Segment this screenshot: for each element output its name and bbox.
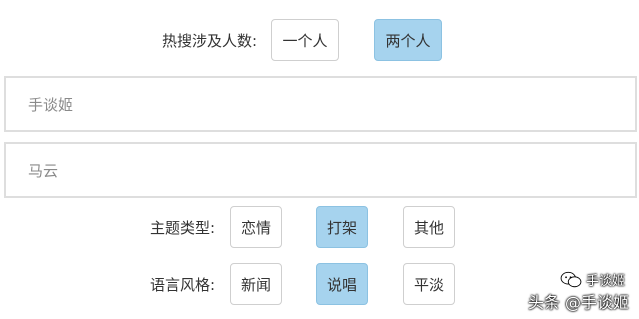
name-input-2[interactable]: 马云 (4, 142, 637, 198)
theme-fight-button[interactable]: 打架 (316, 206, 369, 248)
hot-search-label: 热搜涉及人数: (162, 31, 258, 50)
option-one-person-button[interactable]: 一个人 (271, 19, 340, 61)
style-rap-button[interactable]: 说唱 (316, 263, 369, 305)
theme-type-label: 主题类型: (150, 218, 216, 237)
option-two-people-button[interactable]: 两个人 (374, 19, 443, 61)
watermark-top-text: 手谈姬 (585, 274, 625, 289)
watermark-bottom-text: 头条 @手谈姬 (527, 293, 629, 312)
language-style-label: 语言风格: (150, 275, 216, 294)
theme-romance-button[interactable]: 恋情 (230, 206, 283, 248)
name-input-1-value: 手谈姬 (28, 95, 74, 114)
name-input-2-value: 马云 (28, 161, 59, 180)
watermark-top: 手谈姬 (560, 270, 625, 289)
name-input-1[interactable]: 手谈姬 (4, 76, 637, 132)
language-style-row: 语言风格: 新闻 说唱 平淡 (150, 263, 456, 305)
wechat-icon (560, 271, 582, 287)
theme-other-button[interactable]: 其他 (403, 206, 456, 248)
style-plain-button[interactable]: 平淡 (403, 263, 456, 305)
hot-search-row: 热搜涉及人数: 一个人 两个人 (162, 19, 443, 61)
theme-type-row: 主题类型: 恋情 打架 其他 (150, 206, 456, 248)
style-news-button[interactable]: 新闻 (230, 263, 283, 305)
watermark: 手谈姬 头条 @手谈姬 (528, 270, 629, 313)
